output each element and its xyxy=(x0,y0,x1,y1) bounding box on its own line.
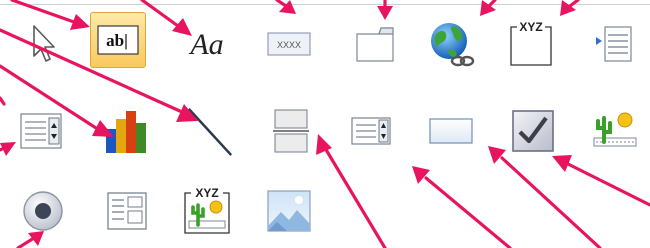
arrowhead-list-box xyxy=(412,166,430,184)
navigation-list-button[interactable] xyxy=(588,17,642,71)
svg-text:XYZ: XYZ xyxy=(519,20,542,34)
hyperlink-icon xyxy=(431,23,475,67)
line-icon xyxy=(187,108,233,156)
arrow-to-rectangle xyxy=(500,156,602,248)
unbound-object-frame-button[interactable] xyxy=(588,104,642,158)
arrow-to-hyperlink xyxy=(487,0,497,8)
rectangle-button[interactable] xyxy=(424,104,478,158)
arrowhead-formatted-text xyxy=(279,0,296,14)
check-box-button[interactable] xyxy=(506,104,560,158)
bound-object-frame-button[interactable]: XYZ xyxy=(180,184,234,238)
check-box-icon xyxy=(512,110,554,152)
arrow-to-list-box xyxy=(424,176,512,248)
formatted-text-button[interactable]: XXXX xyxy=(262,17,316,71)
tab-control-icon xyxy=(356,27,394,62)
arrowhead-rectangle xyxy=(488,146,506,164)
chart-button[interactable] xyxy=(100,104,154,158)
arrow-to-formatted-text xyxy=(275,0,288,8)
arrowhead-option-group xyxy=(560,0,576,16)
formatted-text-icon: XXXX xyxy=(267,32,311,56)
svg-text:ab|: ab| xyxy=(106,31,128,50)
svg-text:XYZ: XYZ xyxy=(195,186,218,200)
svg-text:Aa: Aa xyxy=(188,28,223,61)
chart-icon xyxy=(106,111,146,153)
arrow-to-check-box xyxy=(566,162,650,207)
page-break-icon xyxy=(273,109,309,153)
list-box-icon xyxy=(351,117,391,145)
text-box-icon: ab| xyxy=(97,25,139,55)
image-button[interactable] xyxy=(262,184,316,238)
arrow-to-page-break xyxy=(323,146,387,248)
rectangle-icon xyxy=(429,118,473,144)
navigation-list-icon xyxy=(596,26,632,62)
combo-box-icon xyxy=(20,113,62,149)
tab-control-button[interactable] xyxy=(348,17,402,71)
arrow-to-combo-box-top xyxy=(0,96,6,106)
combo-box-button[interactable] xyxy=(14,104,68,158)
option-group-icon: XYZ xyxy=(510,20,552,66)
option-button-button[interactable] xyxy=(16,184,70,238)
arrowhead-text-box xyxy=(70,14,90,30)
label-button[interactable]: Aa xyxy=(180,17,234,71)
subform-button[interactable] xyxy=(100,184,154,238)
bound-object-frame-icon: XYZ xyxy=(184,186,230,234)
text-box-button[interactable]: ab| xyxy=(90,12,146,68)
page-break-button[interactable] xyxy=(264,104,318,158)
hyperlink-button[interactable] xyxy=(424,17,478,71)
arrow-to-combo-box xyxy=(0,146,6,152)
subform-icon xyxy=(107,192,147,230)
arrowhead-page-break xyxy=(316,134,332,155)
option-group-button[interactable]: XYZ xyxy=(504,17,558,71)
list-box-button[interactable] xyxy=(344,104,398,158)
line-button[interactable] xyxy=(182,104,236,158)
select-pointer-button[interactable] xyxy=(16,17,70,71)
option-button-icon xyxy=(23,191,63,231)
image-icon xyxy=(267,190,311,232)
select-pointer-icon xyxy=(33,25,55,62)
arrowhead-hyperlink xyxy=(480,0,496,16)
controls-toolbox: ab| Aa XXXX XYZ XYZ xyxy=(0,0,650,248)
arrow-to-option-button xyxy=(16,236,36,248)
toolbox-top-border xyxy=(0,4,650,5)
label-icon: Aa xyxy=(188,28,223,61)
arrow-to-option-group xyxy=(568,0,580,8)
svg-text:XXXX: XXXX xyxy=(277,40,301,50)
unbound-object-frame-icon xyxy=(593,112,637,147)
